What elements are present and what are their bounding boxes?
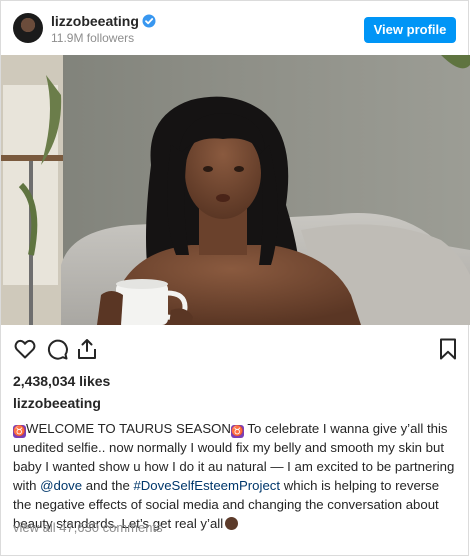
- post-photo[interactable]: [1, 55, 470, 325]
- caption-text-3: and the: [82, 478, 134, 493]
- comment-icon[interactable]: [45, 337, 69, 361]
- follower-count: 11.9M followers: [51, 31, 135, 45]
- post-header: lizzobeeating 11.9M followers View profi…: [1, 1, 468, 55]
- header-username[interactable]: lizzobeeating: [51, 13, 139, 29]
- view-profile-button[interactable]: View profile: [364, 17, 456, 43]
- instagram-embed-card: lizzobeeating 11.9M followers View profi…: [0, 0, 470, 556]
- taurus-emoji-icon: ♉: [230, 425, 244, 438]
- post-author[interactable]: lizzobeeating: [13, 395, 101, 411]
- woman-emoji-icon: [225, 517, 239, 530]
- avatar[interactable]: [13, 13, 43, 43]
- verified-badge-icon: [142, 14, 156, 28]
- action-bar: [1, 337, 468, 365]
- heart-icon[interactable]: [13, 337, 37, 361]
- mention-link[interactable]: @dove: [40, 478, 82, 493]
- taurus-emoji-icon: ♉: [13, 425, 26, 438]
- bookmark-icon[interactable]: [437, 337, 459, 361]
- view-comments-link[interactable]: view all 47,630 comments: [13, 520, 163, 535]
- caption-text-1: WELCOME TO TAURUS SEASON: [26, 421, 231, 436]
- post-caption: ♉WELCOME TO TAURUS SEASON♉ To celebrate …: [13, 419, 458, 533]
- photo-illustration: [1, 55, 470, 325]
- hashtag-link[interactable]: #DoveSelfEsteemProject: [133, 478, 280, 493]
- like-count[interactable]: 2,438,034 likes: [13, 373, 110, 389]
- share-icon[interactable]: [75, 337, 99, 361]
